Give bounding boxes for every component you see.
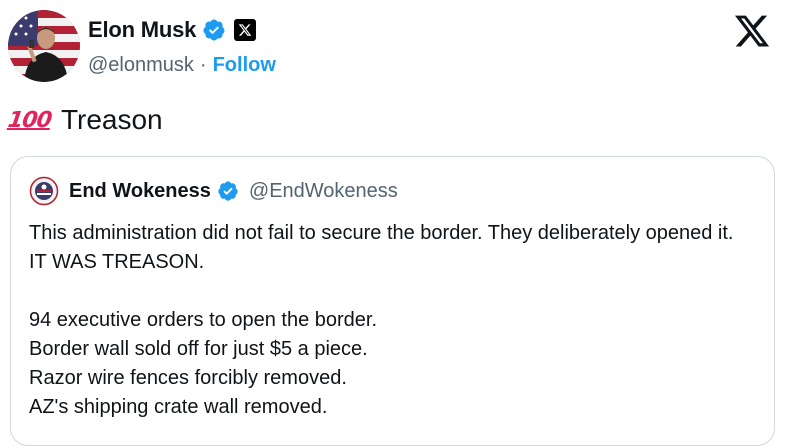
quoted-tweet[interactable]: End Wokeness @EndWokeness This administr… [10, 156, 775, 446]
author-handle[interactable]: @elonmusk [88, 54, 194, 77]
quoted-line: Border wall sold off for just $5 a piece… [29, 338, 368, 360]
quoted-paragraph: This administration did not fail to secu… [29, 222, 734, 273]
author-info: Elon Musk @elonmusk · Follow [88, 16, 276, 78]
follow-button[interactable]: Follow [213, 54, 276, 77]
separator-dot: · [199, 53, 207, 76]
name-row: Elon Musk [88, 16, 276, 44]
quoted-avatar[interactable] [29, 176, 59, 206]
quoted-handle[interactable]: @EndWokeness [249, 180, 398, 203]
quoted-tweet-header: End Wokeness @EndWokeness [29, 175, 398, 207]
hundred-points-icon: 100 [6, 107, 53, 133]
avatar[interactable] [8, 10, 80, 82]
quoted-line: Razor wire fences forcibly removed. [29, 367, 347, 389]
quoted-line: 94 executive orders to open the border. [29, 309, 378, 331]
verified-badge-icon [218, 181, 238, 201]
tweet-body: Treason [60, 104, 163, 135]
tweet-text: 100 Treason [6, 100, 163, 140]
x-logo-icon[interactable] [733, 12, 771, 50]
author-display-name[interactable]: Elon Musk [88, 17, 196, 43]
quoted-display-name[interactable]: End Wokeness [69, 180, 211, 203]
verified-badge-icon [203, 19, 225, 41]
handle-row: @elonmusk · Follow [88, 52, 276, 78]
quoted-tweet-body: This administration did not fail to secu… [29, 219, 749, 422]
tweet-header: Elon Musk @elonmusk · Follow [8, 8, 779, 84]
quoted-line: AZ's shipping crate wall removed. [29, 396, 328, 418]
x-affiliate-badge-icon [234, 19, 257, 41]
